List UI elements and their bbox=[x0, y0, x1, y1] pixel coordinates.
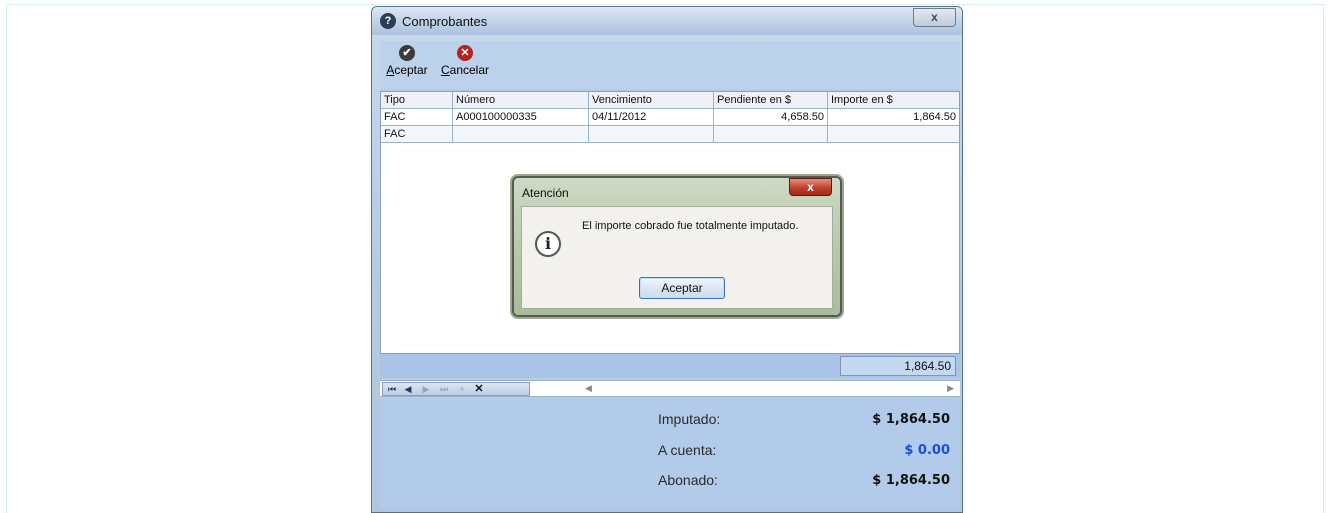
grid-header-row: Tipo Número Vencimiento Pendiente en $ I… bbox=[381, 92, 959, 109]
imputado-label: Imputado: bbox=[658, 411, 721, 427]
table-row[interactable]: FAC A000100000335 04/11/2012 4,658.50 1,… bbox=[381, 109, 959, 126]
column-header-tipo[interactable]: Tipo bbox=[381, 92, 453, 109]
a-cuenta-label: A cuenta: bbox=[658, 442, 717, 458]
cancel-label: ancelar bbox=[449, 63, 490, 77]
summary-panel: Imputado: $ 1,864.50 A cuenta: $ 0.00 Ab… bbox=[380, 399, 960, 509]
cell-tipo[interactable]: FAC bbox=[381, 126, 453, 143]
dialog-ok-button[interactable]: Aceptar bbox=[639, 277, 725, 299]
cell-numero[interactable] bbox=[453, 126, 589, 143]
cancel-button[interactable]: ✕ Cancelar bbox=[436, 45, 494, 77]
grid-navigator: ⏮ ◀ ▶ ⏭ + ✕ ◀ ▶ bbox=[380, 380, 960, 397]
next-record-icon[interactable]: ▶ bbox=[418, 383, 434, 395]
cancel-icon: ✕ bbox=[457, 45, 473, 61]
prev-record-icon[interactable]: ◀ bbox=[400, 383, 416, 395]
checkmark-icon: ✔ bbox=[399, 45, 415, 61]
scroll-left-arrow-icon[interactable]: ◀ bbox=[585, 383, 592, 394]
add-record-icon[interactable]: + bbox=[454, 383, 470, 395]
a-cuenta-value: $ 0.00 bbox=[904, 443, 950, 458]
cell-numero[interactable]: A000100000335 bbox=[453, 109, 589, 126]
info-icon: i bbox=[535, 231, 561, 257]
app-icon: ? bbox=[380, 13, 396, 29]
importe-total: 1,864.50 bbox=[840, 356, 956, 376]
cell-importe[interactable] bbox=[828, 126, 959, 143]
dialog-body: i El importe cobrado fue totalmente impu… bbox=[521, 206, 833, 309]
grid-footer: 1,864.50 bbox=[380, 354, 960, 378]
cell-pendiente[interactable]: 4,658.50 bbox=[714, 109, 828, 126]
navigator-buttons: ⏮ ◀ ▶ ⏭ + ✕ bbox=[382, 382, 530, 396]
window-close-button[interactable]: x bbox=[913, 8, 956, 27]
toolbar: ✔ Aceptar ✕ Cancelar bbox=[380, 41, 960, 89]
abonado-label: Abonado: bbox=[658, 472, 718, 488]
accept-label: ceptar bbox=[394, 63, 428, 77]
column-header-numero[interactable]: Número bbox=[453, 92, 589, 109]
cell-pendiente[interactable] bbox=[714, 126, 828, 143]
scroll-right-arrow-icon[interactable]: ▶ bbox=[947, 383, 954, 394]
atencion-dialog: Atención x i El importe cobrado fue tota… bbox=[512, 176, 842, 317]
imputado-value: $ 1,864.50 bbox=[872, 412, 950, 427]
cell-importe[interactable]: 1,864.50 bbox=[828, 109, 959, 126]
cancel-mnemonic: C bbox=[440, 63, 450, 77]
column-header-importe[interactable]: Importe en $ bbox=[828, 92, 959, 109]
accept-button[interactable]: ✔ Aceptar bbox=[384, 45, 430, 77]
dialog-title: Atención bbox=[522, 186, 569, 200]
table-row[interactable]: FAC bbox=[381, 126, 959, 143]
last-record-icon[interactable]: ⏭ bbox=[436, 383, 452, 395]
first-record-icon[interactable]: ⏮ bbox=[384, 383, 400, 395]
window-title: Comprobantes bbox=[402, 14, 488, 29]
cell-tipo[interactable]: FAC bbox=[381, 109, 453, 126]
delete-record-icon[interactable]: ✕ bbox=[471, 383, 487, 395]
column-header-pendiente[interactable]: Pendiente en $ bbox=[714, 92, 828, 109]
abonado-value: $ 1,864.50 bbox=[872, 473, 950, 488]
dialog-message: El importe cobrado fue totalmente imputa… bbox=[582, 220, 799, 232]
window-titlebar: ? Comprobantes x bbox=[372, 7, 962, 35]
cell-vencimiento[interactable]: 04/11/2012 bbox=[589, 109, 714, 126]
cell-vencimiento[interactable] bbox=[589, 126, 714, 143]
dialog-close-button[interactable]: x bbox=[789, 178, 832, 196]
column-header-vencimiento[interactable]: Vencimiento bbox=[589, 92, 714, 109]
